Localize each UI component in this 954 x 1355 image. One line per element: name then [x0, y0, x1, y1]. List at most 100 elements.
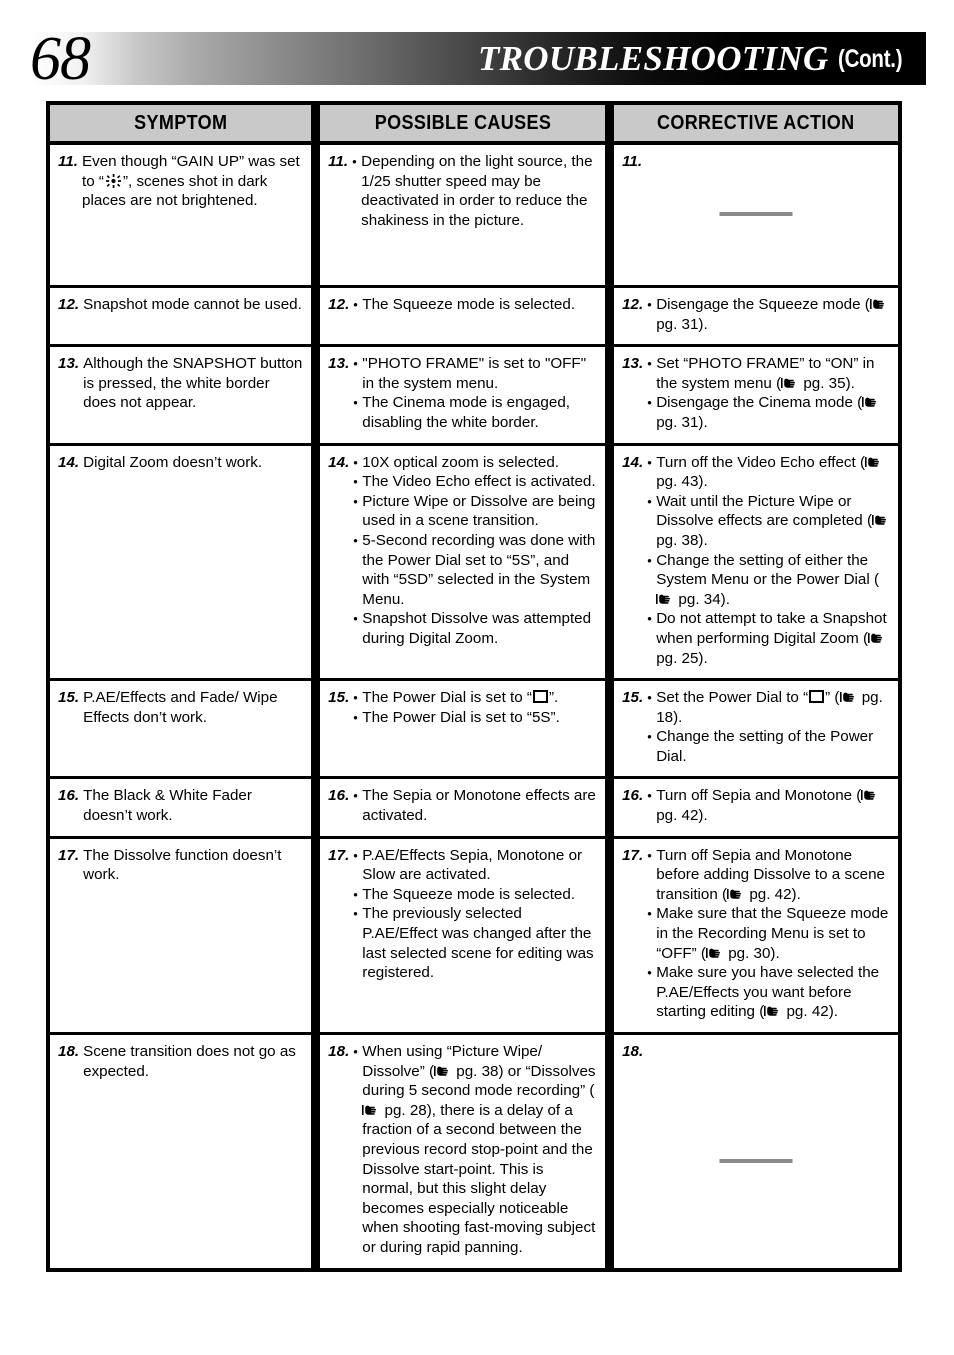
symptom-text: P.AE/Effects and Fade/ Wipe Effects don’…: [83, 689, 278, 726]
cell-possible-causes: 14. • 10X optical zoom is selected. • The …: [320, 445, 606, 679]
power-dial-rect-icon: [809, 690, 825, 704]
power-dial-rect-icon: [532, 690, 548, 704]
row-number: 16.: [622, 787, 644, 805]
pointing-hand-icon: [656, 593, 673, 605]
row-number: 11.: [328, 153, 349, 170]
bullet-icon: •: [647, 454, 652, 470]
cell-corrective-action: 16. • Turn off Sepia and Monotone ( pg. 4…: [614, 779, 898, 836]
bullet-icon: •: [353, 788, 358, 804]
action-item: 17. • Turn off Sepia and Monotone before …: [622, 846, 891, 1022]
cell-symptom: 15. P.AE/Effects and Fade/ Wipe Effects …: [50, 681, 312, 777]
action-text: Make sure that the Squeeze mode in the R…: [656, 905, 889, 962]
action-item: 11.: [622, 152, 891, 172]
symptom-item: 17. The Dissolve function doesn’t work.: [58, 846, 304, 885]
row-number: 14.: [328, 453, 350, 471]
pointing-hand-icon: [434, 1065, 451, 1077]
symptom-item: 15. P.AE/Effects and Fade/ Wipe Effects …: [58, 688, 304, 727]
action-text: Turn off Sepia and Monotone ( pg. 42).: [656, 786, 891, 825]
list-item: • The Power Dial is set to “”.: [353, 688, 598, 708]
bullet-icon: •: [353, 709, 358, 725]
list-item: • The Sepia or Monotone effects are activ…: [353, 786, 598, 825]
list-item: • The previously selected P.AE/Effect was…: [353, 904, 598, 982]
pointing-hand-icon: [362, 1104, 379, 1116]
column-header-possible-causes: POSSIBLE CAUSES: [320, 105, 606, 141]
bullet-icon: •: [647, 395, 652, 411]
cause-text: P.AE/Effects Sepia, Monotone or Slow are…: [362, 846, 583, 884]
cell-symptom: 17. The Dissolve function doesn’t work.: [50, 838, 312, 1032]
bullet-icon: •: [353, 297, 358, 312]
symptom-item: 16. The Black & White Fader doesn’t work…: [58, 786, 304, 825]
cell-corrective-action: 11.: [614, 145, 898, 285]
list-item: • Turn off Sepia and Monotone before addi…: [647, 846, 891, 905]
empty-action-dash: [719, 1159, 793, 1163]
cause-text: The Cinema mode is engaged, disabling th…: [362, 394, 570, 431]
column-header-symptom-label: SYMPTOM: [133, 112, 228, 134]
table-row: 13. Although the SNAPSHOT button is pres…: [50, 344, 898, 443]
list-item: • Make sure that the Squeeze mode in the …: [647, 904, 891, 963]
table-row: 15. P.AE/Effects and Fade/ Wipe Effects …: [50, 678, 898, 777]
cause-text: 10X optical zoom is selected.: [362, 453, 559, 471]
pointing-hand-icon: [869, 298, 887, 310]
symptom-text: Snapshot mode cannot be used.: [83, 296, 302, 313]
list-item: • Change the setting of either the System…: [647, 551, 891, 610]
page-title-continued: (Cont.): [837, 44, 903, 73]
action-text: Do not attempt to take a Snapshot when p…: [656, 610, 887, 667]
bullet-icon: •: [647, 906, 652, 922]
pointing-hand-icon: [839, 691, 857, 703]
column-header-symptom: SYMPTOM: [50, 105, 312, 141]
cell-possible-causes: 16. • The Sepia or Monotone effects are a…: [320, 779, 606, 836]
pointing-hand-icon: [862, 396, 879, 408]
row-number: 11.: [622, 153, 643, 170]
symptom-item: 11. Even though “GAIN UP” was set to “”,…: [58, 152, 304, 211]
cell-possible-causes: 11. • Depending on the light source, the …: [320, 145, 606, 285]
bullet-icon: •: [353, 395, 358, 411]
row-number: 17.: [622, 846, 644, 864]
bullet-icon: •: [647, 297, 652, 312]
table-row: 11. Even though “GAIN UP” was set to “”,…: [50, 141, 898, 285]
row-number: 15.: [622, 689, 644, 707]
cell-symptom: 14. Digital Zoom doesn’t work.: [50, 445, 312, 679]
list-item: • 10X optical zoom is selected.: [353, 453, 598, 473]
list-item: • Change the setting of the Power Dial.: [647, 727, 891, 766]
cause-text: The Power Dial is set to “”.: [362, 689, 559, 707]
row-number: 13.: [622, 355, 644, 373]
bullet-icon: •: [647, 552, 652, 568]
action-item: 13. • Set “PHOTO FRAME” to “ON” in the sy…: [622, 354, 891, 432]
symptom-item: 12. Snapshot mode cannot be used.: [58, 295, 304, 315]
list-item: • Make sure you have selected the P.AE/Ef…: [647, 963, 891, 1022]
action-text: Turn off Sepia and Monotone before addin…: [656, 846, 886, 903]
symptom-text: Even though “GAIN UP” was set to “”, sce…: [82, 153, 300, 210]
cause-text: "PHOTO FRAME" is set to "OFF" in the sys…: [362, 355, 587, 392]
action-text: Make sure you have selected the P.AE/Eff…: [656, 964, 880, 1021]
action-text: Set the Power Dial to “” ( pg. 18).: [656, 689, 883, 726]
symptom-text: Digital Zoom doesn’t work.: [83, 453, 263, 471]
bullet-icon: •: [353, 847, 358, 863]
row-number: 18.: [328, 1043, 350, 1060]
cause-item: 14. • 10X optical zoom is selected. • The …: [328, 453, 598, 649]
action-text: Change the setting of the Power Dial.: [656, 728, 874, 765]
row-number: 14.: [58, 453, 80, 471]
list-item: • "PHOTO FRAME" is set to "OFF" in the sy…: [353, 354, 598, 393]
bullet-icon: •: [647, 788, 652, 804]
cause-text: The Sepia or Monotone effects are activa…: [362, 787, 596, 825]
action-text: Change the setting of either the System …: [656, 551, 880, 608]
cell-corrective-action: 14. • Turn off the Video Echo effect ( pg…: [614, 445, 898, 679]
list-item: • Turn off the Video Echo effect ( pg. 43…: [647, 453, 891, 492]
cell-possible-causes: 17. • P.AE/Effects Sepia, Monotone or Slo…: [320, 838, 606, 1032]
bullet-icon: •: [647, 729, 652, 745]
list-item: • Disengage the Squeeze mode ( pg. 31).: [647, 295, 891, 334]
page-title: TROUBLESHOOTING: [477, 38, 829, 78]
list-item: • Picture Wipe or Dissolve are being used…: [353, 492, 598, 531]
pointing-hand-icon: [865, 456, 882, 468]
cell-symptom: 16. The Black & White Fader doesn’t work…: [50, 779, 312, 836]
cell-corrective-action: 12. • Disengage the Squeeze mode ( pg. 31…: [614, 288, 898, 345]
header-title-group: TROUBLESHOOTING (Cont.): [478, 32, 916, 85]
cause-item: 15. • The Power Dial is set to “”. • The P…: [328, 688, 598, 727]
bullet-icon: •: [647, 965, 652, 981]
cause-text: Picture Wipe or Dissolve are being used …: [362, 492, 596, 530]
bullet-icon: •: [353, 886, 358, 902]
bullet-icon: •: [647, 690, 652, 706]
list-item: • Turn off Sepia and Monotone ( pg. 42).: [647, 786, 891, 825]
table-row: 14. Digital Zoom doesn’t work. 14. • 10X …: [50, 442, 898, 679]
row-number: 17.: [58, 846, 80, 864]
